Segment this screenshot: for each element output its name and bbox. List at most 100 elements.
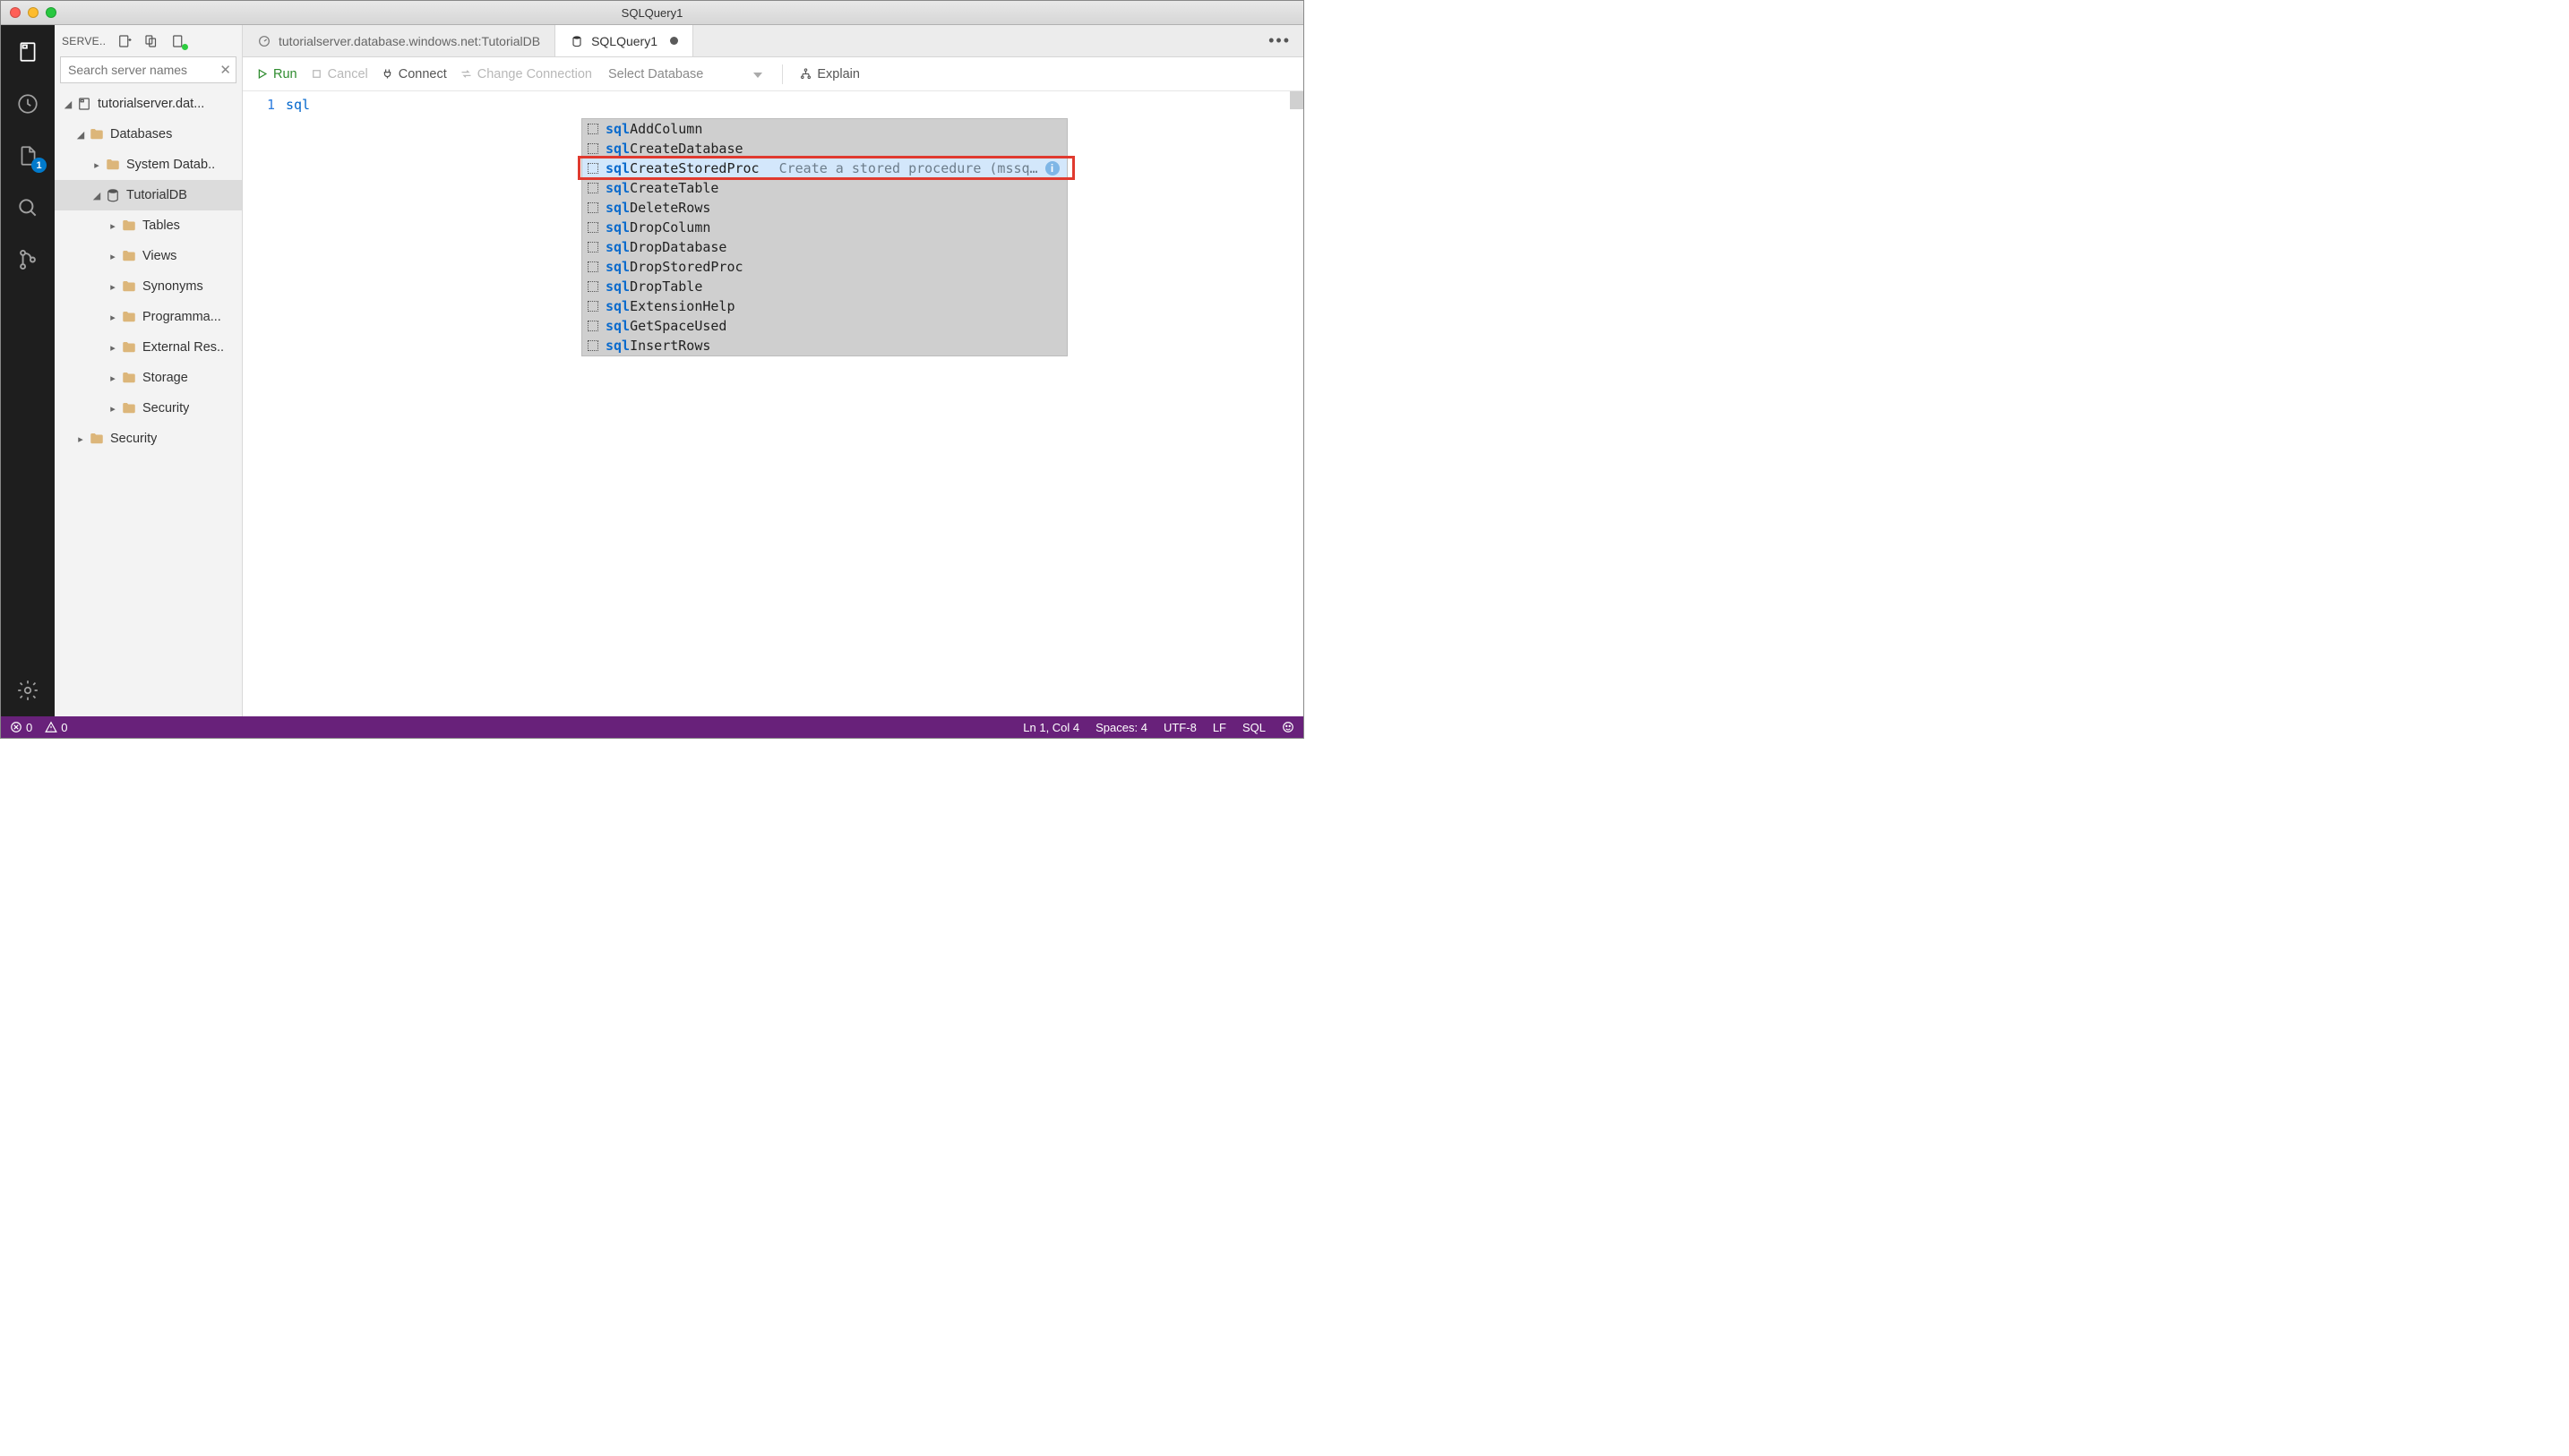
status-eol[interactable]: LF <box>1213 721 1226 734</box>
tree-tables-node[interactable]: ▸ Tables <box>55 210 242 241</box>
suggestion-item[interactable]: sqlCreateStoredProcCreate a stored proce… <box>582 158 1067 178</box>
tree-databases-node[interactable]: ◢ Databases <box>55 119 242 150</box>
tree-label: Views <box>142 249 176 263</box>
suggestion-item[interactable]: sqlAddColumn <box>582 119 1067 139</box>
tree-tutorialdb-node[interactable]: ◢ TutorialDB <box>55 180 242 210</box>
folder-icon <box>89 126 105 142</box>
tab-overflow-button[interactable]: ••• <box>1256 25 1303 56</box>
suggestion-item[interactable]: sqlDropDatabase <box>582 237 1067 257</box>
server-status-icon[interactable] <box>170 33 186 49</box>
modified-indicator-icon <box>670 37 678 45</box>
server-search-input[interactable] <box>60 56 236 83</box>
suggestion-label: sqlExtensionHelp <box>606 298 735 314</box>
info-icon[interactable]: i <box>1045 161 1060 176</box>
snippet-icon <box>588 222 598 233</box>
tree-storage-node[interactable]: ▸ Storage <box>55 363 242 393</box>
status-cursor-position[interactable]: Ln 1, Col 4 <box>1023 721 1079 734</box>
snippet-icon <box>588 242 598 253</box>
suggestion-item[interactable]: sqlDropStoredProc <box>582 257 1067 277</box>
sidebar-title: SERVE.. <box>62 35 106 47</box>
close-window-button[interactable] <box>10 7 21 18</box>
tab-sqlquery[interactable]: SQLQuery1 <box>555 25 693 56</box>
folder-icon <box>89 431 105 447</box>
activity-settings-icon[interactable] <box>14 677 41 704</box>
tree-label: TutorialDB <box>126 188 187 202</box>
sidebar: SERVE.. ✕ ◢ tutorialserver.dat... ◢ <box>55 25 243 716</box>
tree-sysdb-node[interactable]: ▸ System Datab.. <box>55 150 242 180</box>
titlebar: SQLQuery1 <box>1 1 1303 25</box>
suggestion-label: sqlDropDatabase <box>606 239 726 255</box>
status-indentation[interactable]: Spaces: 4 <box>1095 721 1147 734</box>
activity-history-icon[interactable] <box>14 90 41 117</box>
database-select-label: Select Database <box>608 67 703 81</box>
tree-external-resources-node[interactable]: ▸ External Res.. <box>55 332 242 363</box>
chevron-right-icon: ▸ <box>74 433 87 445</box>
cancel-button[interactable]: Cancel <box>310 67 368 81</box>
query-toolbar: Run Cancel Connect Change Connection Sel… <box>243 57 1303 91</box>
status-language[interactable]: SQL <box>1242 721 1266 734</box>
feedback-icon[interactable] <box>1282 721 1294 733</box>
explain-button[interactable]: Explain <box>799 67 860 81</box>
snippet-icon <box>588 143 598 154</box>
suggestion-item[interactable]: sqlCreateDatabase <box>582 139 1067 158</box>
tree-db-security-node[interactable]: ▸ Security <box>55 393 242 424</box>
activity-source-control-icon[interactable] <box>14 246 41 273</box>
code-editor[interactable]: 1 sql sqlAddColumnsqlCreateDatabasesqlCr… <box>243 91 1303 716</box>
suggestion-label: sqlCreateStoredProc <box>606 160 760 176</box>
tree-synonyms-node[interactable]: ▸ Synonyms <box>55 271 242 302</box>
activity-servers-icon[interactable] <box>14 39 41 65</box>
error-icon <box>10 721 22 733</box>
snippet-icon <box>588 183 598 193</box>
run-label: Run <box>273 67 297 81</box>
window-title: SQLQuery1 <box>1 6 1303 20</box>
suggestion-item[interactable]: sqlDeleteRows <box>582 198 1067 218</box>
suggestion-item[interactable]: sqlInsertRows <box>582 336 1067 355</box>
suggestion-item[interactable]: sqlDropTable <box>582 277 1067 296</box>
explorer-badge: 1 <box>31 158 47 173</box>
maximize-window-button[interactable] <box>46 7 56 18</box>
minimap-scrollbar[interactable] <box>1290 91 1303 109</box>
folder-icon <box>121 248 137 264</box>
new-group-icon[interactable] <box>143 33 159 49</box>
tab-dashboard[interactable]: tutorialserver.database.windows.net:Tuto… <box>243 25 555 56</box>
clear-search-icon[interactable]: ✕ <box>219 62 231 78</box>
suggestion-item[interactable]: sqlExtensionHelp <box>582 296 1067 316</box>
snippet-icon <box>588 281 598 292</box>
warning-count: 0 <box>61 721 67 734</box>
status-errors[interactable]: 0 <box>10 721 32 734</box>
change-connection-button[interactable]: Change Connection <box>460 67 592 81</box>
connect-button[interactable]: Connect <box>381 67 447 81</box>
tab-label: SQLQuery1 <box>591 34 657 48</box>
minimize-window-button[interactable] <box>28 7 39 18</box>
status-warnings[interactable]: 0 <box>45 721 67 734</box>
tree-label: External Res.. <box>142 340 224 355</box>
new-connection-icon[interactable] <box>116 33 133 49</box>
folder-icon <box>121 309 137 325</box>
activity-search-icon[interactable] <box>14 194 41 221</box>
suggestion-item[interactable]: sqlCreateTable <box>582 178 1067 198</box>
tree-server-node[interactable]: ◢ tutorialserver.dat... <box>55 89 242 119</box>
tree-label: Synonyms <box>142 279 203 294</box>
folder-icon <box>121 370 137 386</box>
database-icon <box>105 187 121 203</box>
status-encoding[interactable]: UTF-8 <box>1164 721 1197 734</box>
activity-explorer-icon[interactable]: 1 <box>14 142 41 169</box>
tree-views-node[interactable]: ▸ Views <box>55 241 242 271</box>
tree-programmability-node[interactable]: ▸ Programma... <box>55 302 242 332</box>
explain-label: Explain <box>817 67 860 81</box>
suggestion-item[interactable]: sqlGetSpaceUsed <box>582 316 1067 336</box>
chevron-right-icon: ▸ <box>107 342 119 354</box>
tree-label: Security <box>110 432 157 446</box>
run-button[interactable]: Run <box>255 67 297 81</box>
toolbar-divider <box>782 64 783 84</box>
database-select[interactable]: Select Database <box>605 67 766 81</box>
snippet-icon <box>588 163 598 174</box>
stop-icon <box>310 67 323 81</box>
activity-bar: 1 <box>1 25 55 716</box>
suggestion-item[interactable]: sqlDropColumn <box>582 218 1067 237</box>
tree-security-node[interactable]: ▸ Security <box>55 424 242 454</box>
tree-label: Storage <box>142 371 188 385</box>
intellisense-popup: sqlAddColumnsqlCreateDatabasesqlCreateSt… <box>581 118 1068 356</box>
hierarchy-icon <box>799 67 812 81</box>
snippet-icon <box>588 124 598 134</box>
